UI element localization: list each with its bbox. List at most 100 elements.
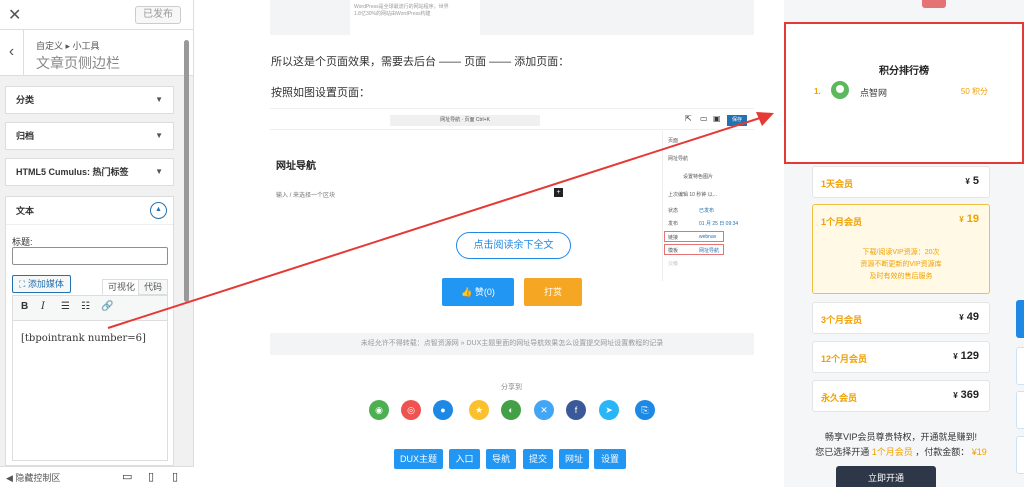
bullet-list-icon[interactable]: ☰ [61, 301, 70, 312]
tab-code[interactable]: 代码 [138, 279, 169, 295]
tab-visual[interactable]: 可视化 [102, 279, 142, 295]
article-paragraph: 所以这是个页面效果，需要去后台 —— 页面 —— 添加页面： [271, 56, 570, 68]
hide-controls-label: 隐藏控制区 [15, 473, 61, 483]
plan-price: ¥5 [965, 175, 979, 187]
prev-card: WordPress是全球最流行的网站程序，世界 1.8亿30%的网站由WordP… [270, 0, 754, 35]
vip-plan-12month[interactable]: 12个月会员 ¥129 [812, 341, 990, 373]
tablet-preview-icon[interactable]: ▯ [148, 470, 154, 483]
like-button[interactable]: 👍 赞(0) [442, 278, 514, 306]
read-more-button[interactable]: 点击阅读余下全文 [456, 232, 571, 259]
plan-name: 12个月会员 [821, 354, 868, 364]
plan-price: ¥19 [959, 213, 979, 225]
plan-name: 3个月会员 [821, 315, 863, 325]
numbered-list-icon[interactable]: ☷ [81, 301, 90, 312]
ranking-title: 积分排行榜 [879, 66, 929, 77]
add-media-button[interactable]: ⛶ 添加媒体 [12, 275, 71, 293]
price-value: 49 [966, 311, 979, 323]
desktop-preview-icon[interactable]: ▭ [122, 470, 132, 483]
publish-button[interactable]: 已发布 [135, 6, 181, 24]
x-share-icon[interactable]: ✕ [534, 400, 554, 420]
bold-icon[interactable]: B [21, 301, 28, 312]
top-badge [922, 0, 946, 8]
line-share-icon[interactable]: ◐ [501, 400, 521, 420]
view-icon: ▭ [700, 114, 708, 123]
screenshot-root: ✕ 已发布 ‹ 自定义 ▸ 小工具 文章页侧边栏 分类 ▼ 归档 ▼ HTML5… [0, 0, 1024, 487]
shot-side-value: 已发布 [699, 208, 715, 214]
plan-benefit: 资源不断更新的VIP资源库 [860, 261, 942, 268]
customizer-header: ‹ 自定义 ▸ 小工具 文章页侧边栏 [0, 30, 193, 76]
shot-side-line: 网址导航 [668, 156, 689, 162]
italic-icon[interactable]: I [41, 301, 45, 312]
float-action-button[interactable] [1016, 436, 1024, 474]
float-action-button[interactable] [1016, 347, 1024, 385]
like-label: 赞(0) [474, 287, 495, 297]
tag-link[interactable]: 提交 [523, 449, 553, 469]
widget-section-category[interactable]: 分类 ▼ [5, 86, 174, 114]
shot-block-hint: 输入 / 来选择一个区块 [276, 193, 336, 199]
currency-symbol: ¥ [959, 313, 964, 322]
section-label: HTML5 Cumulus: 热门标签 [16, 167, 129, 177]
settings-icon: ▣ [713, 114, 721, 123]
vip-plan-lifetime[interactable]: 永久会员 ¥369 [812, 380, 990, 412]
collapse-icon[interactable]: ▲ [150, 202, 167, 219]
text-widget-header[interactable]: 文本 ▲ [6, 197, 173, 225]
price-value: 19 [966, 213, 979, 225]
tag-link[interactable]: 入口 [449, 449, 480, 469]
price-value: 369 [960, 389, 979, 401]
currency-symbol: ¥ [953, 352, 958, 361]
weibo-share-icon[interactable]: ◎ [401, 400, 421, 420]
qzone-share-icon[interactable]: ★ [469, 400, 489, 420]
external-link-icon: ⇱ [685, 114, 692, 123]
copy-link-share-icon[interactable]: ⎘ [635, 400, 655, 420]
mobile-preview-icon[interactable]: ▯ [172, 470, 178, 483]
highlight-box [664, 244, 724, 255]
shot-page-title: 网址导航 [276, 161, 316, 172]
plan-benefit: 下载/阅读VIP资源：20次 [862, 249, 940, 256]
panel-title: 文章页侧边栏 [36, 55, 120, 71]
currency-symbol: ¥ [965, 177, 970, 186]
tag-link[interactable]: 导航 [486, 449, 516, 469]
widget-section-tag-cloud[interactable]: HTML5 Cumulus: 热门标签 ▼ [5, 158, 174, 186]
close-icon[interactable]: ✕ [8, 5, 21, 25]
currency-symbol: ¥ [953, 391, 958, 400]
shot-side-line: 页面 [668, 138, 679, 144]
title-input[interactable] [12, 247, 168, 265]
shot-save-button: 保存 [727, 115, 747, 126]
link-icon[interactable]: 🔗 [101, 301, 113, 312]
float-action-button[interactable] [1016, 300, 1024, 338]
vip-selected-plan: 1个月会员 [871, 447, 913, 457]
qq-share-icon[interactable]: ● [433, 400, 453, 420]
vip-plan-3month[interactable]: 3个月会员 ¥49 [812, 302, 990, 334]
hide-controls-button[interactable]: ◀ 隐藏控制区 [6, 471, 60, 484]
telegram-share-icon[interactable]: ➤ [599, 400, 619, 420]
tag-link[interactable]: 网址 [559, 449, 589, 469]
vip-plan-1day[interactable]: 1天会员 ¥5 [812, 166, 990, 198]
widget-content-editor[interactable]: [tbpointrank number=6] [12, 321, 168, 461]
caret-down-icon: ▼ [155, 95, 163, 104]
rank-user-name[interactable]: 点智网 [860, 86, 887, 99]
media-icon: ⛶ [19, 279, 28, 289]
tag-link[interactable]: DUX主题 [394, 449, 443, 469]
back-arrow-icon[interactable]: ‹ [0, 30, 24, 76]
plan-description: 下载/阅读VIP资源：20次 资源不断更新的VIP资源库 及时有效的售后服务 [813, 247, 989, 283]
highlight-box [664, 231, 724, 242]
open-vip-button[interactable]: 立即开通 [836, 466, 936, 487]
vip-amount: ¥19 [971, 447, 987, 457]
section-label: 归档 [16, 131, 35, 141]
float-action-button[interactable] [1016, 391, 1024, 429]
tag-link[interactable]: 设置 [594, 449, 626, 469]
avatar[interactable] [831, 81, 849, 99]
arrow-head [756, 112, 774, 126]
snippet-line: WordPress是全球最流行的网站程序，世界 [354, 4, 449, 10]
reward-button[interactable]: 打赏 [524, 278, 582, 306]
caret-down-icon: ▼ [155, 131, 163, 140]
facebook-share-icon[interactable]: f [566, 400, 586, 420]
customizer-panel: ✕ 已发布 ‹ 自定义 ▸ 小工具 文章页侧边栏 分类 ▼ 归档 ▼ HTML5… [0, 0, 194, 487]
vip-plan-1month[interactable]: 1个月会员 ¥19 下载/阅读VIP资源：20次 资源不断更新的VIP资源库 及… [812, 204, 990, 294]
plus-icon: + [554, 188, 563, 197]
scrollbar[interactable] [184, 40, 189, 302]
shot-side-value: 01 月 25 日 09:34 [699, 221, 739, 227]
customizer-topbar: ✕ 已发布 [0, 0, 193, 30]
wechat-share-icon[interactable]: ◉ [369, 400, 389, 420]
widget-section-archive[interactable]: 归档 ▼ [5, 122, 174, 150]
